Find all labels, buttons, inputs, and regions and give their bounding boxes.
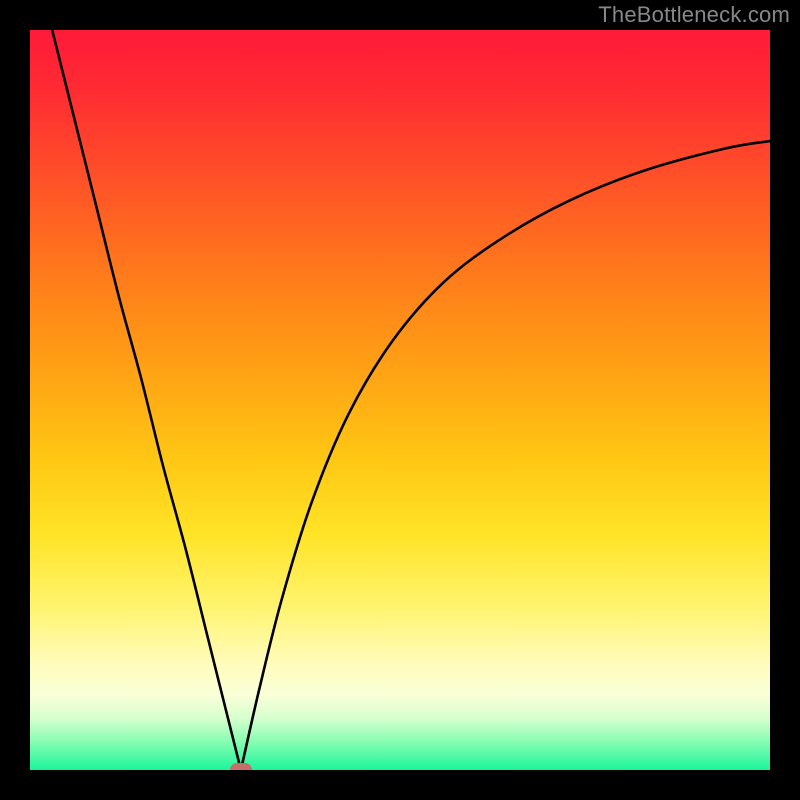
plot-area [30,30,770,770]
watermark-text: TheBottleneck.com [598,2,790,28]
curve-path [52,30,770,770]
optimum-marker [230,763,252,770]
chart-frame: TheBottleneck.com [0,0,800,800]
curve-layer [30,30,770,770]
